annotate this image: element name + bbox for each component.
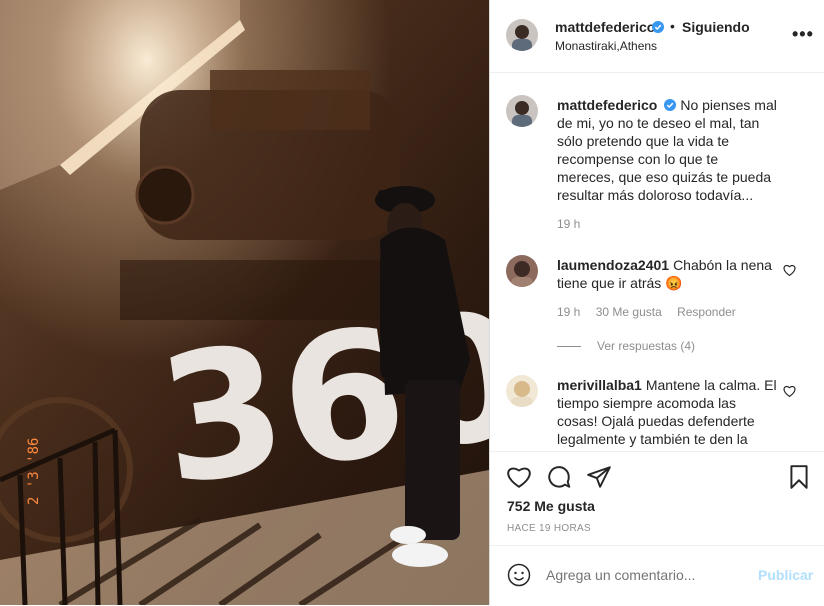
- commenter-avatar[interactable]: [506, 255, 538, 287]
- comment-meta: 19 h 30 Me gusta Responder: [557, 305, 748, 319]
- separator-dot: •: [670, 18, 675, 34]
- caption-username[interactable]: mattdefederico: [557, 97, 657, 113]
- comment-time[interactable]: 19 h: [557, 305, 580, 319]
- post-details-panel: mattdefederico • Siguiendo Monastiraki,A…: [489, 0, 824, 605]
- commenter-avatar[interactable]: [506, 375, 538, 407]
- verified-badge-icon: [664, 99, 677, 111]
- publish-button[interactable]: Publicar: [758, 567, 813, 583]
- reply-button[interactable]: Responder: [677, 305, 736, 319]
- like-count[interactable]: 752 Me gusta: [507, 498, 595, 514]
- caption-text-block: mattdefederico No pienses mal de mi, yo n…: [557, 96, 779, 204]
- comment-username[interactable]: laumendoza2401: [557, 257, 669, 273]
- photo-illustration: 360 2 '3 '86: [0, 0, 489, 605]
- post-location[interactable]: Monastiraki,Athens: [555, 39, 657, 53]
- like-heart-icon[interactable]: [506, 464, 532, 490]
- follow-status-button[interactable]: Siguiendo: [682, 19, 750, 35]
- comment-username[interactable]: merivillalba1: [557, 377, 642, 393]
- verified-badge-icon: [652, 21, 664, 33]
- photo-date-stamp: 2 '3 '86: [26, 438, 42, 505]
- caption-avatar[interactable]: [506, 95, 538, 127]
- comment-text-block: merivillalba1 Mantene la calma. El tiempo…: [557, 376, 779, 448]
- caption-meta: 19 h: [557, 217, 592, 231]
- author-avatar[interactable]: [506, 19, 538, 51]
- comment-like-heart-icon[interactable]: [783, 264, 796, 277]
- post-actions: 752 Me gusta HACE 19 HORAS: [490, 451, 824, 546]
- share-send-icon[interactable]: [586, 464, 612, 490]
- replies-divider: [557, 346, 581, 348]
- save-bookmark-icon[interactable]: [786, 464, 812, 490]
- post-photo[interactable]: 360 2 '3 '86: [0, 0, 489, 605]
- comment-bubble-icon[interactable]: [546, 464, 572, 490]
- emoji-smiley-icon[interactable]: [507, 563, 531, 587]
- comment-like-heart-icon[interactable]: [783, 385, 796, 398]
- view-replies-label: Ver respuestas (4): [597, 339, 696, 353]
- post-header: mattdefederico • Siguiendo Monastiraki,A…: [490, 0, 824, 73]
- add-comment-bar: Publicar: [490, 545, 824, 606]
- more-options-icon[interactable]: •••: [792, 24, 814, 45]
- view-replies-button[interactable]: Ver respuestas (4): [557, 339, 695, 353]
- comment-text-block: laumendoza2401 Chabón la nena tiene que i…: [557, 256, 779, 292]
- comment-emoji: 😡: [665, 275, 683, 291]
- comments-list[interactable]: mattdefederico No pienses mal de mi, yo n…: [490, 73, 824, 451]
- post-time-ago[interactable]: HACE 19 HORAS: [507, 523, 591, 534]
- caption-time[interactable]: 19 h: [557, 217, 580, 231]
- comment-input[interactable]: [546, 567, 736, 583]
- author-username[interactable]: mattdefederico: [555, 19, 655, 35]
- comment-likes[interactable]: 30 Me gusta: [596, 305, 662, 319]
